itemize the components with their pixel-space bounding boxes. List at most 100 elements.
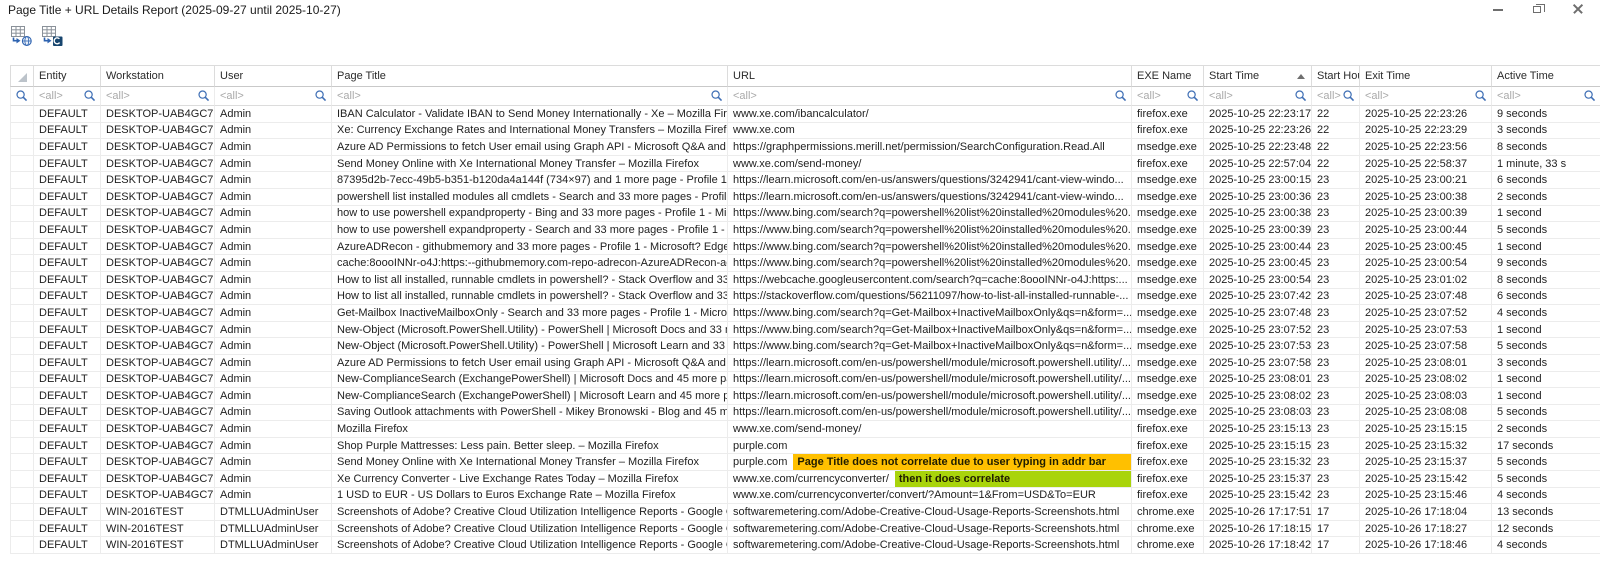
search-icon[interactable] bbox=[710, 89, 724, 103]
cell-url[interactable]: www.xe.com/currencyconverter/convert/?Am… bbox=[728, 488, 1132, 504]
column-header-url[interactable]: URL bbox=[728, 66, 1132, 87]
cell-page_title[interactable]: how to use powershell expandproperty - B… bbox=[332, 206, 728, 222]
row-indicator-cell[interactable] bbox=[10, 139, 34, 155]
column-header-active_time[interactable]: Active Time bbox=[1492, 66, 1600, 87]
cell-user[interactable]: Admin bbox=[215, 156, 332, 172]
cell-active_time[interactable]: 1 second bbox=[1492, 322, 1600, 338]
cell-workstation[interactable]: DESKTOP-UAB4GC7 bbox=[101, 272, 215, 288]
cell-workstation[interactable]: DESKTOP-UAB4GC7 bbox=[101, 255, 215, 271]
cell-entity[interactable]: DEFAULT bbox=[34, 471, 101, 487]
cell-page_title[interactable]: Send Money Online with Xe International … bbox=[332, 454, 728, 470]
row-indicator-cell[interactable] bbox=[10, 222, 34, 238]
cell-start_time[interactable]: 2025-10-25 23:08:02 bbox=[1204, 388, 1312, 404]
cell-entity[interactable]: DEFAULT bbox=[34, 106, 101, 122]
cell-exe[interactable]: msedge.exe bbox=[1132, 189, 1204, 205]
cell-exit_time[interactable]: 2025-10-25 23:01:02 bbox=[1360, 272, 1492, 288]
restore-button[interactable] bbox=[1530, 2, 1546, 16]
cell-user[interactable]: Admin bbox=[215, 255, 332, 271]
cell-url[interactable]: https://learn.microsoft.com/en-us/answer… bbox=[728, 189, 1132, 205]
cell-page_title[interactable]: Screenshots of Adobe? Creative Cloud Uti… bbox=[332, 537, 728, 553]
cell-start_hour[interactable]: 22 bbox=[1312, 139, 1360, 155]
cell-start_time[interactable]: 2025-10-25 22:23:26 bbox=[1204, 123, 1312, 139]
export-grid-report-button[interactable] bbox=[41, 25, 65, 47]
cell-start_hour[interactable]: 23 bbox=[1312, 471, 1360, 487]
cell-exit_time[interactable]: 2025-10-25 23:08:03 bbox=[1360, 388, 1492, 404]
cell-exe[interactable]: msedge.exe bbox=[1132, 139, 1204, 155]
cell-exe[interactable]: firefox.exe bbox=[1132, 106, 1204, 122]
cell-url[interactable]: https://graphpermissions.merill.net/perm… bbox=[728, 139, 1132, 155]
cell-exit_time[interactable]: 2025-10-25 23:00:44 bbox=[1360, 222, 1492, 238]
cell-user[interactable]: Admin bbox=[215, 488, 332, 504]
cell-exit_time[interactable]: 2025-10-25 23:00:45 bbox=[1360, 239, 1492, 255]
cell-exe[interactable]: firefox.exe bbox=[1132, 488, 1204, 504]
cell-start_time[interactable]: 2025-10-25 23:00:45 bbox=[1204, 255, 1312, 271]
cell-workstation[interactable]: DESKTOP-UAB4GC7 bbox=[101, 421, 215, 437]
cell-active_time[interactable]: 5 seconds bbox=[1492, 338, 1600, 354]
cell-start_time[interactable]: 2025-10-25 23:07:52 bbox=[1204, 322, 1312, 338]
cell-active_time[interactable]: 8 seconds bbox=[1492, 272, 1600, 288]
cell-workstation[interactable]: DESKTOP-UAB4GC7 bbox=[101, 454, 215, 470]
cell-start_hour[interactable]: 23 bbox=[1312, 488, 1360, 504]
cell-exe[interactable]: msedge.exe bbox=[1132, 322, 1204, 338]
cell-page_title[interactable]: Azure AD Permissions to fetch User email… bbox=[332, 355, 728, 371]
cell-workstation[interactable]: DESKTOP-UAB4GC7 bbox=[101, 471, 215, 487]
cell-active_time[interactable]: 6 seconds bbox=[1492, 172, 1600, 188]
filter-cell-user[interactable]: <all> bbox=[215, 87, 332, 106]
cell-exit_time[interactable]: 2025-10-25 23:07:53 bbox=[1360, 322, 1492, 338]
cell-workstation[interactable]: DESKTOP-UAB4GC7 bbox=[101, 488, 215, 504]
cell-exe[interactable]: msedge.exe bbox=[1132, 305, 1204, 321]
search-icon[interactable] bbox=[1474, 89, 1488, 103]
cell-exit_time[interactable]: 2025-10-25 23:00:54 bbox=[1360, 255, 1492, 271]
cell-start_time[interactable]: 2025-10-25 23:15:13 bbox=[1204, 421, 1312, 437]
cell-page_title[interactable]: 1 USD to EUR - US Dollars to Euros Excha… bbox=[332, 488, 728, 504]
cell-active_time[interactable]: 4 seconds bbox=[1492, 488, 1600, 504]
cell-url[interactable]: purple.com bbox=[728, 438, 1132, 454]
cell-exe[interactable]: msedge.exe bbox=[1132, 172, 1204, 188]
cell-exit_time[interactable]: 2025-10-25 23:07:58 bbox=[1360, 338, 1492, 354]
cell-user[interactable]: Admin bbox=[215, 206, 332, 222]
cell-entity[interactable]: DEFAULT bbox=[34, 438, 101, 454]
cell-page_title[interactable]: Get-Mailbox InactiveMailboxOnly - Search… bbox=[332, 305, 728, 321]
cell-start_hour[interactable]: 23 bbox=[1312, 172, 1360, 188]
search-icon[interactable] bbox=[15, 89, 29, 103]
cell-url[interactable]: softwaremetering.com/Adobe-Creative-Clou… bbox=[728, 537, 1132, 553]
cell-url[interactable]: https://www.bing.com/search?q=Get-Mailbo… bbox=[728, 322, 1132, 338]
cell-exe[interactable]: firefox.exe bbox=[1132, 421, 1204, 437]
cell-entity[interactable]: DEFAULT bbox=[34, 255, 101, 271]
cell-entity[interactable]: DEFAULT bbox=[34, 322, 101, 338]
row-indicator-cell[interactable] bbox=[10, 172, 34, 188]
cell-active_time[interactable]: 5 seconds bbox=[1492, 405, 1600, 421]
cell-page_title[interactable]: Xe Currency Converter - Live Exchange Ra… bbox=[332, 471, 728, 487]
cell-page_title[interactable]: powershell list installed modules all cm… bbox=[332, 189, 728, 205]
cell-start_time[interactable]: 2025-10-25 22:57:04 bbox=[1204, 156, 1312, 172]
cell-exit_time[interactable]: 2025-10-25 23:07:48 bbox=[1360, 289, 1492, 305]
row-indicator-cell[interactable] bbox=[10, 206, 34, 222]
cell-workstation[interactable]: WIN-2016TEST bbox=[101, 521, 215, 537]
column-header-start_hour[interactable]: Start Hour bbox=[1312, 66, 1360, 87]
cell-start_time[interactable]: 2025-10-25 23:07:53 bbox=[1204, 338, 1312, 354]
cell-workstation[interactable]: DESKTOP-UAB4GC7 bbox=[101, 438, 215, 454]
cell-active_time[interactable]: 9 seconds bbox=[1492, 255, 1600, 271]
cell-exe[interactable]: firefox.exe bbox=[1132, 123, 1204, 139]
cell-exit_time[interactable]: 2025-10-25 23:15:42 bbox=[1360, 471, 1492, 487]
cell-url[interactable]: www.xe.com/currencyconverter/then it doe… bbox=[728, 471, 1132, 487]
cell-url[interactable]: https://www.bing.com/search?q=powershell… bbox=[728, 239, 1132, 255]
cell-start_time[interactable]: 2025-10-25 22:23:17 bbox=[1204, 106, 1312, 122]
filter-cell-entity[interactable]: <all> bbox=[34, 87, 101, 106]
row-indicator-cell[interactable] bbox=[10, 355, 34, 371]
cell-active_time[interactable]: 12 seconds bbox=[1492, 521, 1600, 537]
row-indicator-cell[interactable] bbox=[10, 322, 34, 338]
row-indicator-cell[interactable] bbox=[10, 106, 34, 122]
search-icon[interactable] bbox=[314, 89, 328, 103]
cell-exe[interactable]: msedge.exe bbox=[1132, 289, 1204, 305]
cell-start_hour[interactable]: 23 bbox=[1312, 338, 1360, 354]
cell-start_time[interactable]: 2025-10-25 23:15:42 bbox=[1204, 488, 1312, 504]
cell-workstation[interactable]: DESKTOP-UAB4GC7 bbox=[101, 172, 215, 188]
cell-user[interactable]: Admin bbox=[215, 388, 332, 404]
cell-exit_time[interactable]: 2025-10-25 23:08:08 bbox=[1360, 405, 1492, 421]
cell-workstation[interactable]: DESKTOP-UAB4GC7 bbox=[101, 338, 215, 354]
column-header-exe[interactable]: EXE Name bbox=[1132, 66, 1204, 87]
row-indicator-cell[interactable] bbox=[10, 239, 34, 255]
cell-start_time[interactable]: 2025-10-25 23:08:01 bbox=[1204, 372, 1312, 388]
export-grid-to-web-button[interactable] bbox=[10, 25, 34, 47]
